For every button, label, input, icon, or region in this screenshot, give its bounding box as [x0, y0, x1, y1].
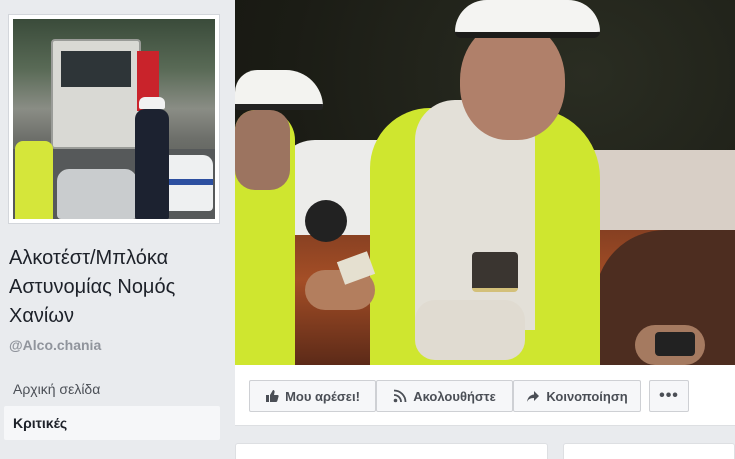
follow-label: Ακολουθήστε [413, 388, 496, 404]
follow-button[interactable]: Ακολουθήστε [376, 380, 513, 412]
more-icon: ••• [659, 387, 679, 404]
content-card-left [235, 443, 548, 459]
page-handle[interactable]: @Alco.chania [9, 337, 101, 353]
like-button[interactable]: Μου αρέσει! [249, 380, 376, 412]
nav-item-home[interactable]: Αρχική σελίδα [4, 372, 220, 406]
cover-photo[interactable] [235, 0, 735, 365]
share-label: Κοινοποίηση [546, 388, 628, 404]
page-title[interactable]: Αλκοτέστ/Μπλόκα Αστυνομίας Νομός Χανίων [9, 244, 219, 331]
profile-picture[interactable] [8, 14, 220, 224]
page-nav: Αρχική σελίδα Κριτικές [4, 372, 220, 440]
left-column: Αλκοτέστ/Μπλόκα Αστυνομίας Νομός Χανίων … [0, 0, 230, 459]
content-card-right [563, 443, 735, 459]
share-button[interactable]: Κοινοποίηση [513, 380, 641, 412]
page-action-bar: Μου αρέσει! Ακολουθήστε Κοινοποίηση ••• [235, 365, 735, 426]
rss-icon [393, 389, 407, 403]
thumbs-up-icon [265, 389, 279, 403]
like-label: Μου αρέσει! [285, 388, 360, 404]
nav-item-reviews[interactable]: Κριτικές [4, 406, 220, 440]
more-options-button[interactable]: ••• [649, 380, 689, 412]
share-arrow-icon [526, 389, 540, 403]
profile-photo [13, 19, 215, 219]
